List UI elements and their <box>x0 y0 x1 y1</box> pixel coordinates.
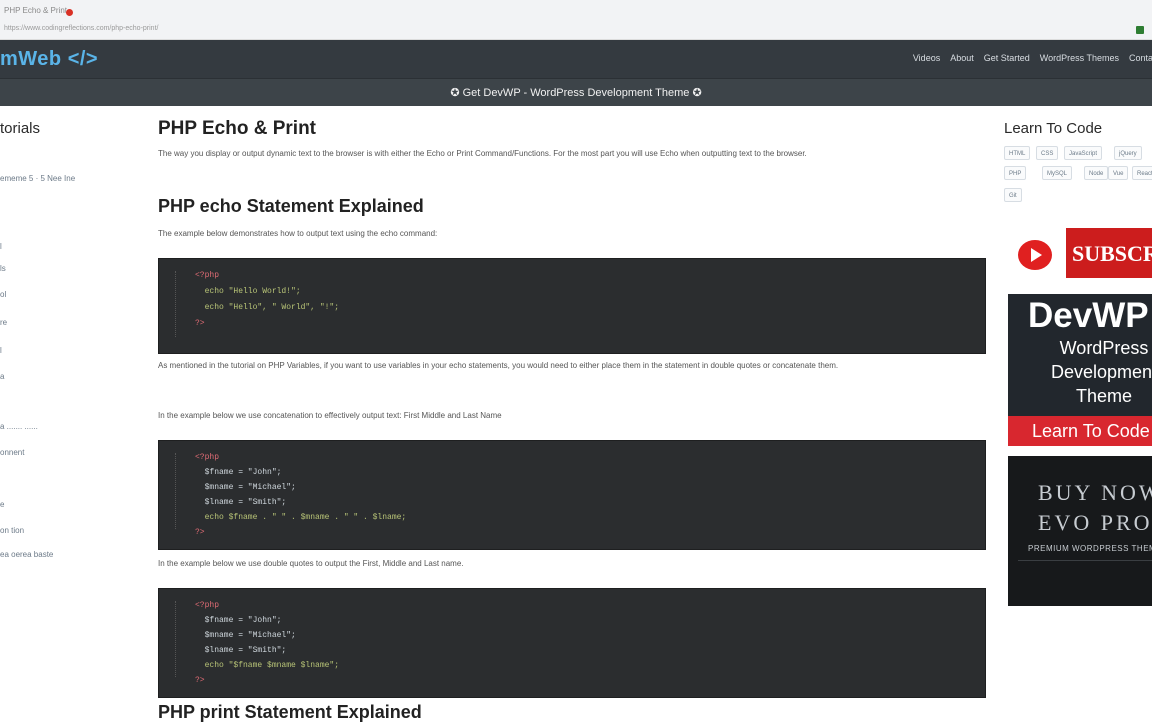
browser-chrome: PHP Echo & Print https://www.codingrefle… <box>0 0 1152 40</box>
devwp-ad-title: DevWP <box>1028 296 1149 335</box>
intro-paragraph: The way you display or output dynamic te… <box>158 149 807 158</box>
nav-contact[interactable]: Contact <box>1129 53 1152 63</box>
devwp-ad-line: WordPress <box>1059 338 1149 358</box>
evo-ad-line: EVO PRO <box>1038 510 1152 535</box>
evo-pro-ad[interactable]: BUY NOW EVO PRO PREMIUM WORDPRESS THEME <box>1008 456 1152 606</box>
code-block-double-quotes[interactable]: <?php $fname = "John"; $mname = "Michael… <box>158 588 986 698</box>
devwp-ad-line: Development <box>1050 362 1152 382</box>
devwp-cta-button[interactable]: Learn To Code <box>1008 416 1152 446</box>
tab-strip: PHP Echo & Print <box>0 4 1152 18</box>
variables-paragraph: As mentioned in the tutorial on PHP Vari… <box>158 361 839 370</box>
sidebar-link[interactable]: ememe 5 · 5 Nee Ine <box>0 174 75 183</box>
code-line: echo "Hello", " World", "!"; <box>195 303 340 312</box>
code-gutter <box>175 271 179 337</box>
double-quotes-paragraph: In the example below we use double quote… <box>158 559 464 568</box>
nav-get-started[interactable]: Get Started <box>984 53 1030 63</box>
code-gutter <box>175 453 179 529</box>
sidebar-link[interactable]: a ....... ...... <box>0 422 38 431</box>
tutorials-heading: torials <box>0 120 41 137</box>
promo-banner[interactable]: ✪ Get DevWP - WordPress Development Them… <box>0 78 1152 106</box>
tag-link[interactable]: Git <box>1004 188 1022 202</box>
evo-ad-subtitle: PREMIUM WORDPRESS THEME <box>1028 544 1152 553</box>
nav-about[interactable]: About <box>950 53 974 63</box>
echo-heading: PHP echo Statement Explained <box>158 196 424 216</box>
evo-ad-line: BUY NOW <box>1038 480 1152 505</box>
code-line: $fname = "John"; <box>195 616 282 625</box>
tag-link[interactable]: CSS <box>1036 146 1059 160</box>
extension-icon[interactable] <box>1136 26 1144 34</box>
left-sidebar: torials ememe 5 · 5 Nee Ine l ls ol re l… <box>0 106 140 720</box>
main-nav: Videos About Get Started WordPress Theme… <box>913 53 1152 63</box>
code-gutter <box>175 601 179 677</box>
nav-videos[interactable]: Videos <box>913 53 940 63</box>
code-line: <?php <box>195 601 220 610</box>
code-line: $mname = "Michael"; <box>195 483 296 492</box>
site-logo[interactable]: mWeb </> <box>0 48 98 71</box>
sidebar-link[interactable]: re <box>0 318 7 327</box>
code-line: <?php <box>195 271 220 280</box>
code-line: ?> <box>195 528 205 537</box>
sidebar-link[interactable]: on tion <box>0 526 24 535</box>
code-line: $lname = "Smith"; <box>195 646 287 655</box>
code-block-concatenation[interactable]: <?php $fname = "John"; $mname = "Michael… <box>158 440 986 550</box>
sidebar-link[interactable]: ol <box>0 290 6 299</box>
nav-wordpress-themes[interactable]: WordPress Themes <box>1040 53 1119 63</box>
code-line: ?> <box>195 676 205 685</box>
tag-link[interactable]: Node <box>1084 166 1109 180</box>
tag-link[interactable]: Vue <box>1108 166 1129 180</box>
code-line: $mname = "Michael"; <box>195 631 296 640</box>
echo-intro-paragraph: The example below demonstrates how to ou… <box>158 229 438 238</box>
sidebar-link[interactable]: l <box>0 346 2 355</box>
code-line: echo "Hello World!"; <box>195 287 301 296</box>
concatenation-paragraph: In the example below we use concatenatio… <box>158 411 502 420</box>
tag-link[interactable]: HTML <box>1004 146 1031 160</box>
sidebar-link[interactable]: ea oerea baste <box>0 550 53 559</box>
code-line: echo "$fname $mname $lname"; <box>195 661 340 670</box>
sidebar-link[interactable]: a <box>0 372 4 381</box>
tag-link[interactable]: React <box>1132 166 1152 180</box>
code-line: <?php <box>195 453 220 462</box>
page-title: PHP Echo & Print <box>158 118 317 139</box>
tag-link[interactable]: jQuery <box>1114 146 1142 160</box>
main-content: PHP Echo & Print The way you display or … <box>158 106 986 722</box>
youtube-subscribe[interactable]: SUBSCRIBE <box>1004 228 1152 278</box>
tag-link[interactable]: MySQL <box>1042 166 1073 180</box>
browser-tab[interactable]: PHP Echo & Print <box>4 6 67 18</box>
code-line: echo $fname . " " . $mname . " " . $lnam… <box>195 513 407 522</box>
tag-link[interactable]: PHP <box>1004 166 1027 180</box>
devwp-ad-line: Theme <box>1075 386 1133 406</box>
site-header: mWeb </> Videos About Get Started WordPr… <box>0 40 1152 78</box>
code-line: $fname = "John"; <box>195 468 282 477</box>
code-line: $lname = "Smith"; <box>195 498 287 507</box>
code-block-echo[interactable]: <?php echo "Hello World!"; echo "Hello",… <box>158 258 986 354</box>
right-sidebar: Learn To Code HTML CSS JavaScript jQuery… <box>1004 106 1152 720</box>
subscribe-button[interactable]: SUBSCRIBE <box>1066 228 1152 278</box>
sidebar-link[interactable]: onnent <box>0 448 24 457</box>
youtube-favicon-icon <box>66 9 73 16</box>
divider <box>1018 560 1152 561</box>
sidebar-link[interactable]: l <box>0 242 2 251</box>
youtube-play-icon <box>1018 240 1052 270</box>
address-bar[interactable]: https://www.codingreflections.com/php-ec… <box>0 22 1152 36</box>
code-line: ?> <box>195 319 205 328</box>
sidebar-link[interactable]: ls <box>0 264 6 273</box>
tag-link[interactable]: JavaScript <box>1064 146 1103 160</box>
sidebar-link[interactable]: e <box>0 500 4 509</box>
devwp-ad[interactable]: DevWP WordPress Development Theme Learn … <box>1008 294 1152 446</box>
learn-to-code-heading: Learn To Code <box>1004 120 1103 137</box>
